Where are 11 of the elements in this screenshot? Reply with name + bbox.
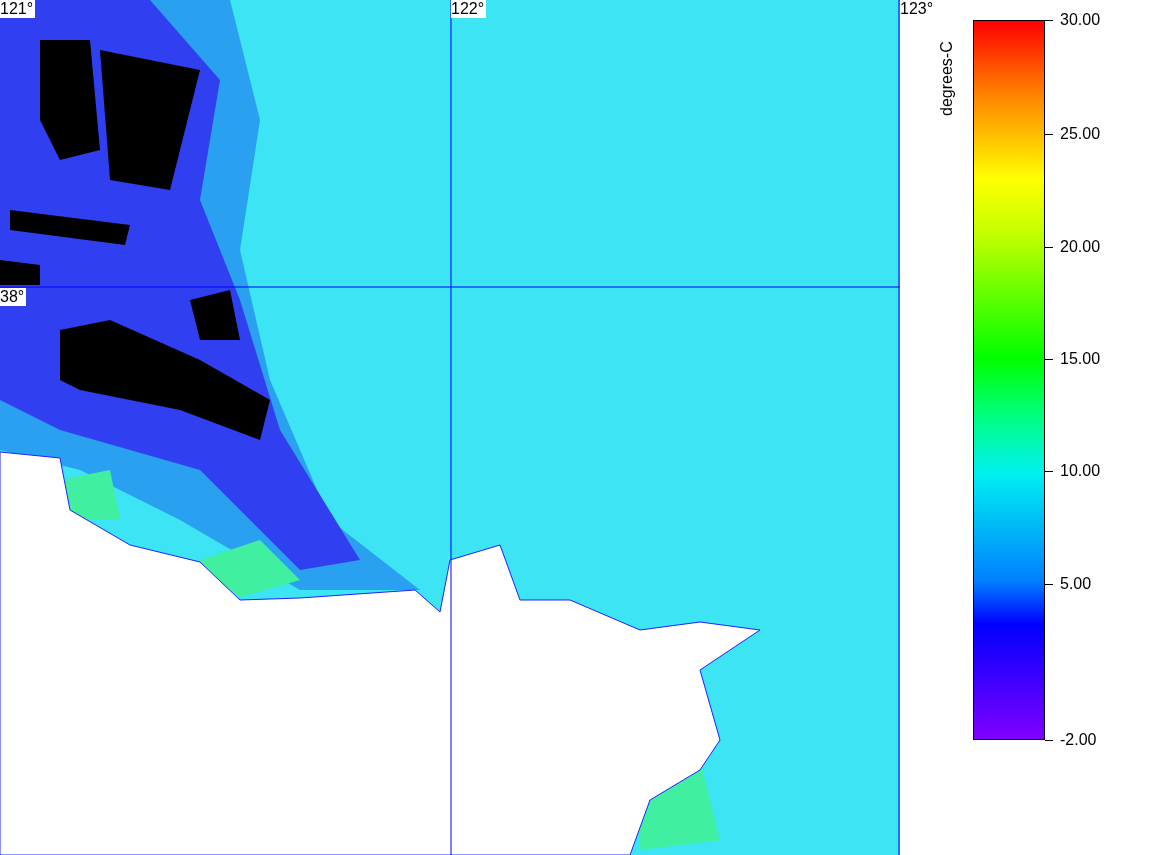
longitude-label: 121°: [0, 0, 36, 18]
legend-title: degrees-C: [938, 41, 956, 116]
scale-tick-label: 5.00: [1060, 575, 1092, 593]
scale-tick-label: 15.00: [1060, 350, 1101, 368]
scale-tick-label: -2.00: [1060, 731, 1097, 749]
latitude-label: 38°: [0, 288, 27, 306]
longitude-label: 122°: [451, 0, 487, 18]
scale-tick-label: 25.00: [1060, 125, 1101, 143]
scale-tick-label: 10.00: [1060, 462, 1101, 480]
scale-tick-label: 20.00: [1060, 238, 1101, 256]
scale-tick-label: 30.00: [1060, 11, 1101, 29]
